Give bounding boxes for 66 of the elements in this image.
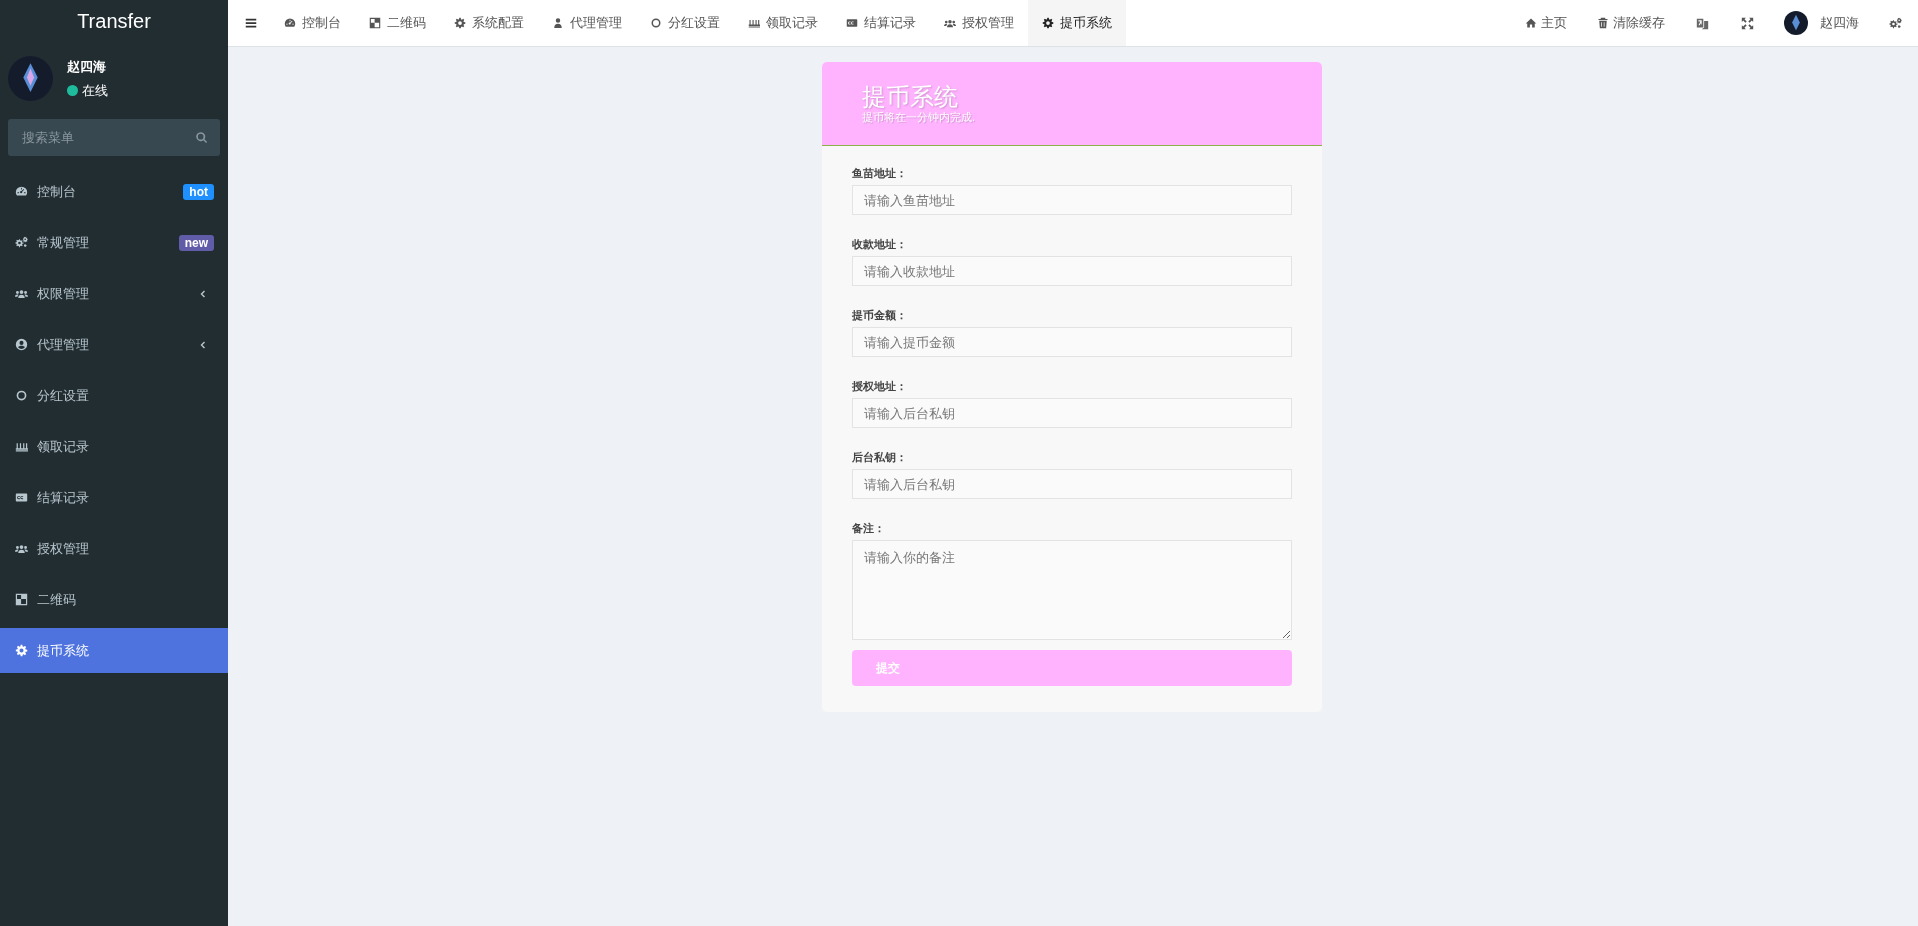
- field-label: 备注：: [852, 521, 886, 537]
- candles-icon: [15, 440, 28, 453]
- sidebar-item[interactable]: 控制台 hot: [0, 166, 228, 217]
- sidebar-item[interactable]: 提币系统: [0, 628, 228, 673]
- clear-cache-link[interactable]: 清除缓存: [1582, 0, 1680, 46]
- trash-icon: [1597, 17, 1609, 29]
- input-field[interactable]: 请输入后台私钥: [852, 398, 1292, 429]
- input-field[interactable]: 请输入收款地址: [852, 256, 1292, 287]
- nav-tab[interactable]: 提币系统: [1028, 0, 1126, 46]
- home-icon: [1525, 17, 1537, 29]
- checker-icon: [369, 17, 381, 29]
- users-icon: [15, 287, 28, 300]
- sidebar-item[interactable]: 分红设置: [0, 370, 228, 421]
- menu-icon[interactable]: [244, 16, 258, 30]
- user-icon: [552, 17, 564, 29]
- sidebar-item[interactable]: 权限管理: [0, 268, 228, 319]
- search-field[interactable]: 搜索菜单: [8, 119, 220, 156]
- field-label: 鱼苗地址：: [852, 166, 908, 182]
- candles-icon: [748, 17, 760, 29]
- avatar: [1784, 11, 1808, 35]
- field-label: 后台私钥：: [852, 450, 908, 466]
- textarea-field[interactable]: 请输入你的备注: [852, 540, 1292, 641]
- input-field[interactable]: 请输入鱼苗地址: [852, 185, 1292, 216]
- user-menu[interactable]: 赵四海: [1770, 0, 1873, 46]
- field-label: 授权地址：: [852, 379, 908, 395]
- logo-text: Transfer: [76, 9, 152, 34]
- menu-badge: hot: [183, 183, 214, 200]
- nav-tab[interactable]: 结算记录: [832, 0, 930, 46]
- user-status: 在线: [82, 81, 108, 100]
- nav-tab[interactable]: 系统配置: [440, 0, 538, 46]
- nav-tab[interactable]: 授权管理: [930, 0, 1028, 46]
- card-icon: [15, 491, 28, 504]
- card-icon: [846, 17, 858, 29]
- cogs-icon: [15, 236, 28, 249]
- users-icon: [15, 542, 28, 555]
- nav-tab[interactable]: 分红设置: [636, 0, 734, 46]
- card-title: 提币系统: [862, 84, 959, 111]
- input-field[interactable]: 请输入提币金额: [852, 327, 1292, 358]
- sidebar-item[interactable]: 授权管理: [0, 523, 228, 574]
- menu-badge: new: [178, 234, 214, 251]
- gear-icon: [15, 644, 28, 657]
- avatar: [8, 56, 53, 101]
- cogs-icon[interactable]: [1889, 16, 1902, 30]
- sidebar-item[interactable]: 二维码: [0, 574, 228, 625]
- home-link[interactable]: 主页: [1510, 0, 1582, 46]
- user-name: 赵四海: [67, 57, 107, 76]
- dashboard-icon: [15, 185, 28, 198]
- gear-icon: [1042, 17, 1054, 29]
- search-icon[interactable]: [195, 131, 208, 144]
- gear-icon: [454, 17, 466, 29]
- checker-icon: [15, 593, 28, 606]
- input-field[interactable]: 请输入后台私钥: [852, 469, 1292, 500]
- translate-icon[interactable]: [1696, 16, 1709, 30]
- sidebar-item[interactable]: 领取记录: [0, 421, 228, 472]
- dashboard-icon: [284, 17, 296, 29]
- nav-tab[interactable]: 控制台: [270, 0, 355, 46]
- field-label: 收款地址：: [852, 237, 908, 253]
- sidebar-item[interactable]: 代理管理: [0, 319, 228, 370]
- nav-tab[interactable]: 二维码: [355, 0, 440, 46]
- fullscreen-icon[interactable]: [1741, 16, 1754, 30]
- users-icon: [944, 17, 956, 29]
- nav-tab[interactable]: 代理管理: [538, 0, 636, 46]
- field-label: 提币金额：: [852, 308, 908, 324]
- nav-tab[interactable]: 领取记录: [734, 0, 832, 46]
- sidebar-item[interactable]: 常规管理 new: [0, 217, 228, 268]
- sidebar-item[interactable]: 结算记录: [0, 472, 228, 523]
